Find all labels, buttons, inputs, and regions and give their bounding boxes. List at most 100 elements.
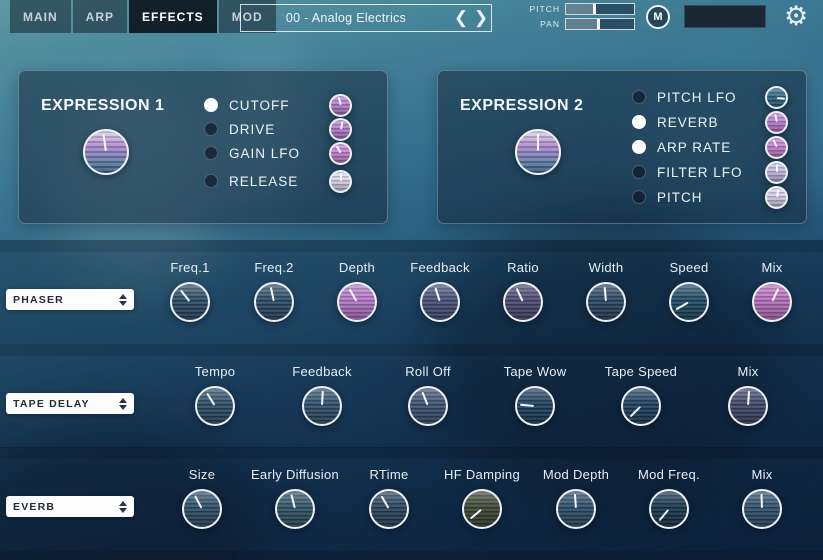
radio-icon[interactable]	[632, 115, 646, 129]
pan-slider[interactable]	[565, 18, 635, 30]
tape-delay-effect-selector[interactable]: TAPE DELAY	[6, 393, 134, 414]
expression1-title: EXPRESSION 1	[41, 97, 164, 115]
radio-icon[interactable]	[204, 146, 218, 160]
phaser-effect-selector[interactable]: PHASER	[6, 289, 134, 310]
knob-label: Feedback	[392, 260, 488, 275]
radio-icon[interactable]	[204, 98, 218, 112]
knob-label: Depth	[309, 260, 405, 275]
knob-label: Tempo	[167, 364, 263, 379]
phaser-ratio-knob[interactable]	[503, 282, 543, 322]
phaser-feedback-knob[interactable]	[420, 282, 460, 322]
preset-name[interactable]: 00 - Analog Electrics	[241, 11, 451, 25]
knob-label: Freq.1	[142, 260, 238, 275]
tape-wow-knob[interactable]	[515, 386, 555, 426]
row-separator	[0, 551, 823, 560]
everb-size-knob[interactable]	[182, 489, 222, 529]
item-label: PITCH LFO	[657, 90, 765, 105]
tab-main[interactable]: MAIN	[10, 0, 71, 33]
gain-lfo-mini-knob[interactable]	[329, 142, 352, 165]
plugin-window: MAIN ARP EFFECTS MOD 00 - Analog Electri…	[0, 0, 823, 560]
expression2-panel: EXPRESSION 2 PITCH LFO REVERB ARP RATE F…	[437, 70, 807, 224]
everb-rtime-knob[interactable]	[369, 489, 409, 529]
phaser-row: PHASER Freq.1 Freq.2 Depth Feedback Rati…	[0, 252, 823, 344]
knob-label: Size	[154, 467, 250, 482]
knob-label: Mix	[714, 467, 810, 482]
expression1-knob[interactable]	[83, 129, 129, 175]
phaser-mix-knob[interactable]	[752, 282, 792, 322]
item-label: DRIVE	[229, 122, 329, 137]
settings-gear-icon[interactable]: ⚙	[784, 1, 808, 32]
expression2-item-reverb: REVERB	[632, 110, 788, 134]
release-mini-knob[interactable]	[329, 170, 352, 193]
expression2-item-arp-rate: ARP RATE	[632, 135, 788, 159]
expression2-title: EXPRESSION 2	[460, 97, 583, 115]
radio-icon[interactable]	[632, 165, 646, 179]
item-label: RELEASE	[229, 174, 329, 189]
radio-icon[interactable]	[204, 174, 218, 188]
updown-arrows-icon	[119, 294, 127, 306]
item-label: CUTOFF	[229, 98, 329, 113]
preset-next-icon[interactable]: ❯	[471, 6, 491, 30]
radio-icon[interactable]	[632, 140, 646, 154]
expression1-item-drive: DRIVE	[204, 117, 352, 141]
item-label: PITCH	[657, 190, 765, 205]
phaser-depth-knob[interactable]	[337, 282, 377, 322]
row-separator	[0, 240, 823, 252]
everb-effect-selector[interactable]: EVERB	[6, 496, 134, 517]
updown-arrows-icon	[119, 501, 127, 513]
knob-label: Tape Speed	[593, 364, 689, 379]
knob-label: Speed	[641, 260, 737, 275]
knob-label: Roll Off	[380, 364, 476, 379]
everb-early-diffusion-knob[interactable]	[275, 489, 315, 529]
tape-feedback-knob[interactable]	[302, 386, 342, 426]
pitch-mini-knob[interactable]	[765, 186, 788, 209]
everb-hf-damping-knob[interactable]	[462, 489, 502, 529]
knob-label: Freq.2	[226, 260, 322, 275]
tape-tempo-knob[interactable]	[195, 386, 235, 426]
radio-icon[interactable]	[632, 90, 646, 104]
selector-label: EVERB	[13, 501, 119, 513]
selector-label: PHASER	[13, 294, 119, 306]
pitch-slider[interactable]	[565, 3, 635, 15]
tape-mix-knob[interactable]	[728, 386, 768, 426]
knob-label: HF Damping	[434, 467, 530, 482]
tape-rolloff-knob[interactable]	[408, 386, 448, 426]
phaser-width-knob[interactable]	[586, 282, 626, 322]
pitch-pan-controls: PITCH PAN	[524, 3, 635, 33]
item-label: FILTER LFO	[657, 165, 765, 180]
tape-delay-row: TAPE DELAY Tempo Feedback Roll Off Tape …	[0, 356, 823, 448]
page-tabs: MAIN ARP EFFECTS MOD	[10, 0, 276, 33]
pitch-label: PITCH	[524, 4, 560, 14]
everb-mod-depth-knob[interactable]	[556, 489, 596, 529]
row-separator	[0, 447, 823, 459]
expression2-knob[interactable]	[515, 129, 561, 175]
tab-arp[interactable]: ARP	[73, 0, 127, 33]
selector-label: TAPE DELAY	[13, 398, 119, 410]
radio-icon[interactable]	[204, 122, 218, 136]
filter-lfo-mini-knob[interactable]	[765, 161, 788, 184]
knob-label: Mix	[700, 364, 796, 379]
phaser-freq2-knob[interactable]	[254, 282, 294, 322]
pan-label: PAN	[524, 19, 560, 29]
expression1-item-cutoff: CUTOFF	[204, 93, 352, 117]
tape-speed-knob[interactable]	[621, 386, 661, 426]
expression2-item-filter-lfo: FILTER LFO	[632, 160, 788, 184]
display-panel	[684, 5, 766, 28]
knob-label: Ratio	[475, 260, 571, 275]
midi-button[interactable]: M	[646, 5, 670, 29]
preset-prev-icon[interactable]: ❮	[451, 6, 471, 30]
everb-mod-freq-knob[interactable]	[649, 489, 689, 529]
knob-label: Mix	[724, 260, 820, 275]
phaser-speed-knob[interactable]	[669, 282, 709, 322]
tab-effects[interactable]: EFFECTS	[129, 0, 217, 33]
cutoff-mini-knob[interactable]	[329, 94, 352, 117]
expression2-item-pitch-lfo: PITCH LFO	[632, 85, 788, 109]
everb-mix-knob[interactable]	[742, 489, 782, 529]
drive-mini-knob[interactable]	[329, 118, 352, 141]
pitch-lfo-mini-knob[interactable]	[765, 86, 788, 109]
reverb-mini-knob[interactable]	[765, 111, 788, 134]
arp-rate-mini-knob[interactable]	[765, 136, 788, 159]
knob-label: Mod Depth	[528, 467, 624, 482]
radio-icon[interactable]	[632, 190, 646, 204]
phaser-freq1-knob[interactable]	[170, 282, 210, 322]
